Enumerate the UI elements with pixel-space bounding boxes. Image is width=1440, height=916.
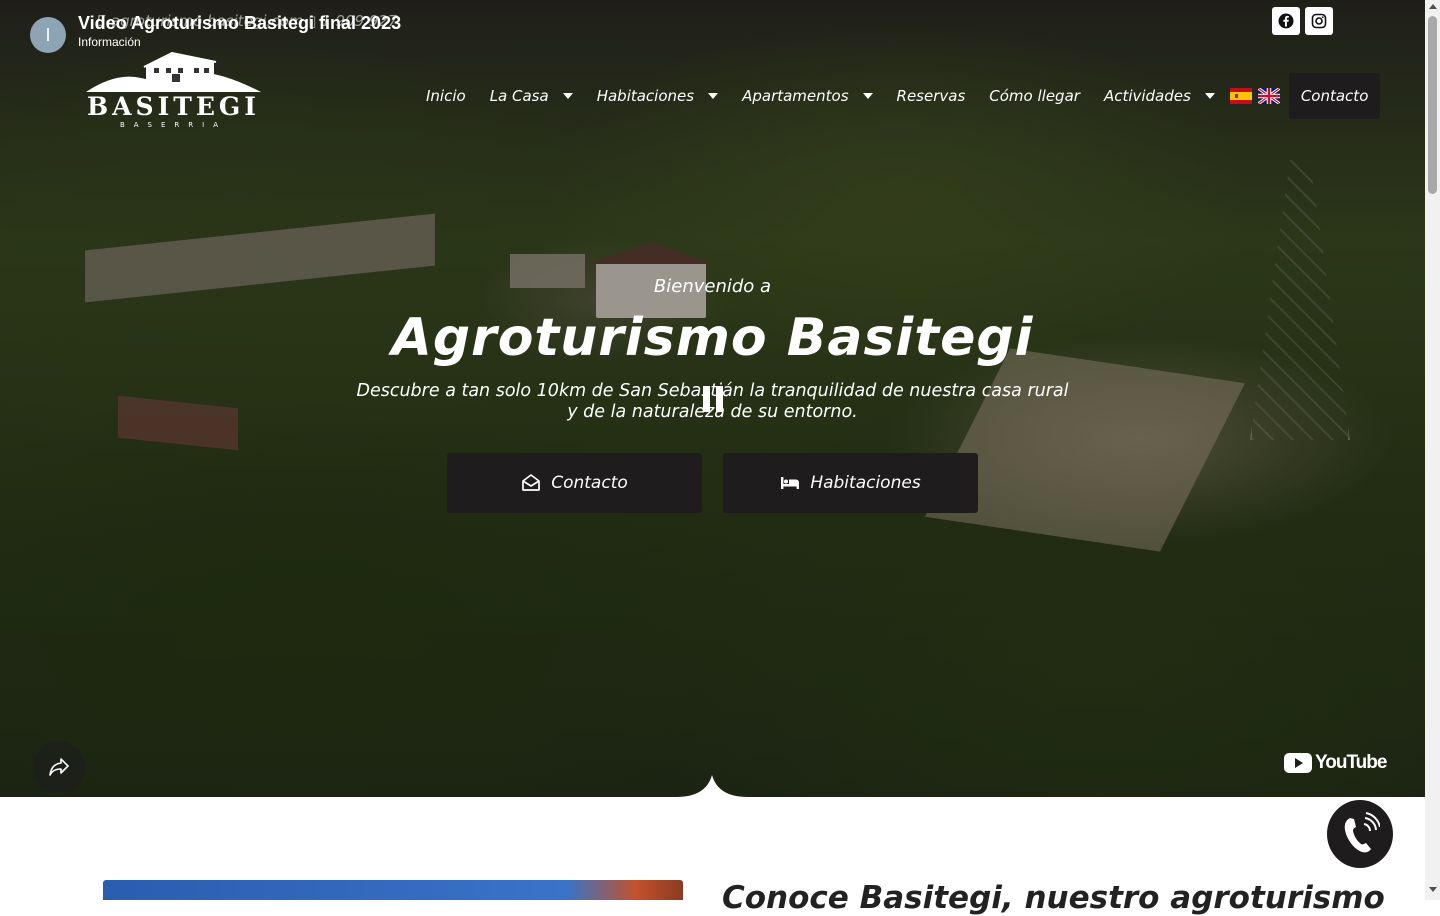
site-logo[interactable]: BASITEGI BASERRIA xyxy=(86,52,261,132)
nav-item-inicio[interactable]: Inicio xyxy=(414,73,478,119)
youtube-wordmark: YouTube xyxy=(1315,752,1387,773)
facebook-link[interactable] xyxy=(1272,7,1300,35)
hero-video[interactable]: E-agroturismo basitegi.com ▯ 1 909 927 I… xyxy=(0,0,1425,797)
channel-avatar[interactable]: I xyxy=(30,17,66,53)
phone-ringing-icon xyxy=(1344,812,1380,853)
nav-label: Reservas xyxy=(896,87,966,105)
about-title: Conoce Basitegi, nuestro agroturismo xyxy=(722,880,1385,916)
call-button[interactable] xyxy=(1325,798,1395,870)
scroll-down-arrow-icon[interactable] xyxy=(1429,887,1437,892)
bed-icon xyxy=(781,477,800,489)
nav-label: Cómo llegar xyxy=(989,87,1080,105)
uk-flag-icon[interactable] xyxy=(1257,88,1280,104)
hero-divider-notch xyxy=(676,775,748,797)
hero-headline: Agroturismo Basitegi xyxy=(391,308,1034,368)
about-image xyxy=(103,880,683,900)
share-button[interactable] xyxy=(33,741,85,793)
nav-item-la-casa[interactable]: La Casa xyxy=(478,73,585,119)
nav-item-actividades[interactable]: Actividades xyxy=(1092,73,1227,119)
facebook-icon xyxy=(1278,13,1294,29)
hero-rooms-button[interactable]: Habitaciones xyxy=(723,453,978,513)
hero-welcome: Bienvenido a xyxy=(653,276,772,297)
nav-item-contacto[interactable]: Contacto xyxy=(1288,73,1381,119)
video-title[interactable]: Video Agroturismo Basitegi final 2023 xyxy=(78,14,401,32)
hero-contact-button[interactable]: Contacto xyxy=(447,453,702,513)
youtube-play-icon xyxy=(1284,753,1312,773)
nav-item-como-llegar[interactable]: Cómo llegar xyxy=(977,73,1092,119)
scrollbar-thumb[interactable] xyxy=(1428,16,1437,194)
spain-flag-icon[interactable] xyxy=(1229,88,1252,104)
nav-item-reservas[interactable]: Reservas xyxy=(885,73,978,119)
farmhouse-logo-icon xyxy=(86,52,261,92)
button-label: Contacto xyxy=(551,473,628,493)
envelope-open-icon xyxy=(522,474,541,491)
button-label: Habitaciones xyxy=(810,473,921,493)
pause-icon[interactable] xyxy=(700,384,726,414)
nav-label: La Casa xyxy=(489,87,549,105)
nav-label: Apartamentos xyxy=(742,87,849,105)
page-scrollbar[interactable] xyxy=(1425,0,1440,900)
share-icon xyxy=(49,758,69,776)
youtube-video-header[interactable]: I Video Agroturismo Basitegi final 2023 … xyxy=(30,14,401,53)
caret-down-icon[interactable] xyxy=(562,93,573,99)
nav-label: Inicio xyxy=(426,87,466,105)
instagram-link[interactable] xyxy=(1305,7,1333,35)
caret-down-icon[interactable] xyxy=(708,93,719,99)
scroll-up-arrow-icon[interactable] xyxy=(1429,4,1437,9)
caret-down-icon[interactable] xyxy=(1204,93,1215,99)
caret-down-icon[interactable] xyxy=(862,93,873,99)
youtube-logo[interactable]: YouTube xyxy=(1284,752,1387,774)
nav-item-apartamentos[interactable]: Apartamentos xyxy=(730,73,884,119)
channel-name[interactable]: Información xyxy=(78,35,401,49)
nav-label: Habitaciones xyxy=(596,87,695,105)
nav-item-habitaciones[interactable]: Habitaciones xyxy=(585,73,730,119)
main-navigation: Inicio La Casa Habitaciones Apartamentos… xyxy=(414,73,1381,119)
logo-subtitle: BASERRIA xyxy=(119,121,228,129)
nav-label: Actividades xyxy=(1103,87,1191,105)
instagram-icon xyxy=(1311,13,1327,29)
logo-wordmark: BASITEGI xyxy=(87,92,260,121)
